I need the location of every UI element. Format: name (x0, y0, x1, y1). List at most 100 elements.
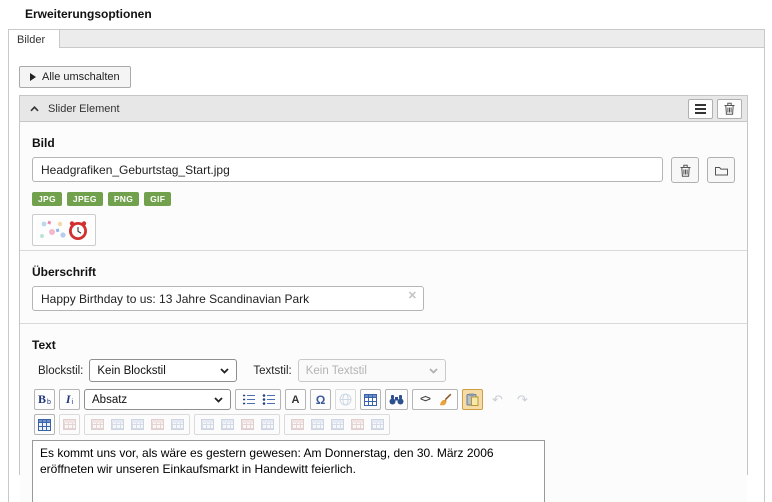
split-row-button (167, 419, 187, 430)
drag-handle-button[interactable] (688, 99, 713, 119)
table-pink-icon (63, 419, 76, 430)
cell-properties-button (287, 419, 307, 430)
tab-bar: Bilder (8, 29, 765, 48)
toggle-all-label: Alle umschalten (42, 71, 120, 83)
birthday-image (36, 218, 92, 242)
insert-row-after-icon (131, 419, 144, 430)
panel-header-actions (688, 99, 742, 119)
insert-row-before-button (107, 419, 127, 430)
insert-table-button[interactable] (360, 389, 381, 410)
insert-column-icon (221, 419, 234, 430)
headline-field: ✕ (32, 286, 424, 311)
special-character-button[interactable]: Ω (310, 389, 331, 410)
toggle-all-button[interactable]: Alle umschalten (19, 66, 131, 88)
bullet-list-button[interactable] (258, 394, 278, 405)
text-field-label: Text (32, 338, 735, 352)
headline-field-label: Überschrift (32, 265, 735, 279)
rte-editor[interactable]: Es kommt uns vor, als wäre es gestern ge… (32, 440, 545, 502)
filetype-badge-gif: GIF (144, 192, 171, 206)
drag-handle-icon (695, 104, 706, 114)
textstyle-value: Kein Textstil (306, 365, 429, 377)
allowed-filetypes: JPG JPEG PNG GIF (32, 192, 735, 206)
paragraph-format-select[interactable]: Absatz (84, 389, 231, 410)
rte-table-toolbar (34, 414, 735, 435)
cell-properties-icon (291, 419, 304, 430)
tab-content: Alle umschalten Slider Element Bi (8, 48, 765, 502)
insert-cell-before-button (307, 419, 327, 430)
image-filename-input[interactable] (32, 157, 663, 182)
filetype-badge-png: PNG (108, 192, 139, 206)
insert-row-before-icon (111, 419, 124, 430)
list-button-group (235, 389, 281, 410)
folder-icon (715, 165, 728, 176)
column-operations-group (194, 414, 280, 435)
row-properties-button (87, 419, 107, 430)
view-source-button[interactable]: <> (415, 394, 435, 405)
paragraph-format-value: Absatz (92, 394, 214, 406)
filetype-badge-jpg: JPG (32, 192, 62, 206)
filetype-badge-jpeg: JPEG (67, 192, 103, 206)
row-operations-group (84, 414, 190, 435)
delete-cell-button (347, 419, 367, 430)
toggle-table-borders-button[interactable] (34, 414, 55, 435)
trash-icon (680, 164, 691, 177)
italic-button[interactable]: Ii (59, 389, 80, 410)
panel-header[interactable]: Slider Element (20, 96, 747, 122)
bold-sub: b (47, 399, 51, 406)
page-title: Erweiterungsoptionen (25, 7, 152, 21)
cleanup-button-group: <> (412, 389, 458, 410)
image-thumbnail (32, 214, 96, 246)
rte-format-toolbar: Bb Ii Absatz (34, 389, 735, 410)
text-color-button[interactable]: A (285, 389, 306, 410)
image-file-row (32, 157, 735, 183)
redo-button: ↷ (512, 389, 533, 410)
table-properties-button (59, 414, 80, 435)
column-properties-button (197, 419, 217, 430)
text-color-icon: A (292, 394, 300, 406)
delete-element-button[interactable] (717, 99, 742, 119)
text-section: Text Blockstil: Kein Blockstil Textstil:… (20, 323, 747, 502)
slider-element-panel: Slider Element Bild (19, 95, 748, 475)
source-code-icon: <> (420, 394, 430, 405)
redo-icon: ↷ (517, 392, 528, 408)
bullet-list-icon (262, 394, 275, 405)
remove-image-button[interactable] (671, 157, 699, 183)
headline-section: Überschrift ✕ (20, 250, 747, 323)
bold-button[interactable]: Bb (34, 389, 55, 410)
image-section: Bild JPG JPEG PNG GIF (20, 122, 747, 250)
column-properties-icon (201, 419, 214, 430)
rte-editor-text: Es kommt uns vor, als wäre es gestern ge… (40, 446, 494, 476)
chevron-up-icon (30, 106, 39, 112)
find-replace-button[interactable] (385, 389, 408, 410)
undo-button: ↶ (487, 389, 508, 410)
italic-icon: I (66, 392, 71, 407)
broom-icon (438, 393, 452, 406)
chevron-down-icon (214, 397, 223, 403)
table-icon (364, 394, 377, 406)
image-field-label: Bild (32, 136, 735, 150)
textstyle-select: Kein Textstil (298, 359, 446, 382)
tab-bilder[interactable]: Bilder (8, 29, 60, 50)
delete-row-button (147, 419, 167, 430)
blockstyle-label: Blockstil: (38, 365, 83, 377)
extension-options-pane: Erweiterungsoptionen Bilder Alle umschal… (0, 0, 772, 502)
table-borders-icon (38, 419, 51, 431)
blockstyle-value: Kein Blockstil (97, 365, 220, 377)
paste-behaviour-button[interactable] (462, 389, 483, 410)
bold-icon: B (38, 392, 46, 407)
rte-style-row: Blockstil: Kein Blockstil Textstil: Kein… (38, 359, 735, 382)
browse-files-button[interactable] (707, 157, 735, 183)
clear-headline-icon[interactable]: ✕ (408, 291, 417, 302)
remove-format-button[interactable] (435, 393, 455, 406)
ordered-list-button[interactable] (238, 394, 258, 405)
textstyle-label: Textstil: (253, 365, 291, 377)
globe-icon (339, 393, 352, 406)
blockstyle-select[interactable]: Kein Blockstil (89, 359, 237, 382)
insert-cell-after-button (327, 419, 347, 430)
headline-input[interactable] (32, 286, 424, 311)
cell-operations-group (284, 414, 390, 435)
ordered-list-icon (242, 394, 255, 405)
insert-cell-after-icon (331, 419, 344, 430)
delete-cell-icon (351, 419, 364, 430)
merge-cells-icon (371, 419, 384, 430)
